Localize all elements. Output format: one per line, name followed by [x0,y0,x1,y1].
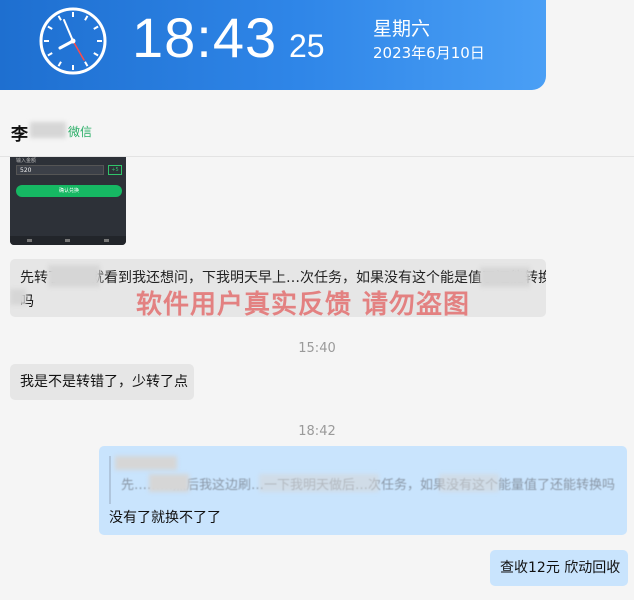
thumbnail-label: 输入金额 [16,158,37,164]
nav-recent-icon [104,239,110,242]
clock-time: 18:43 [132,6,278,69]
redacted-text-block [480,267,530,287]
redacted-name-block [30,122,66,138]
clock-weekday: 星期六 [373,18,431,40]
outgoing-message-bubble[interactable]: 先………然后我这边刷…一下我明天做后…次任务，如果没有这个能量值了还能转换吗 没… [99,446,627,535]
clock-date: 2023年6月10日 [373,44,485,62]
clock-header: 18:43 25 星期六 2023年6月10日 [0,0,546,90]
reply-message-text: 没有了就换不了了 [109,510,221,526]
contact-source-label: 微信 [68,125,93,139]
redacted-text-block [48,265,100,287]
redacted-text-block [149,474,189,492]
contact-name[interactable]: 李 [11,120,28,145]
clock-seconds: 25 [289,28,325,64]
thumbnail-button: 确认兑换 [16,185,122,197]
analog-clock-icon [39,7,107,75]
image-message-thumbnail[interactable]: 输入金额 520 +5 确认兑换 [10,157,126,245]
chat-header: 李 微信 [0,100,634,157]
thumbnail-tag: +5 [108,165,122,175]
redacted-text-block [10,289,26,305]
nav-home-icon [65,239,71,242]
quote-bar [109,456,111,504]
thumbnail-nav-bar [10,236,126,245]
redacted-text-block [259,474,379,492]
incoming-message-bubble[interactable]: 我是不是转错了，少转了点 [10,364,194,400]
outgoing-message-bubble[interactable]: 查收12元 欣动回收 [490,550,628,586]
thumbnail-input: 520 [16,165,104,175]
chat-timestamp: 15:40 [298,341,336,356]
watermark-text: 软件用户真实反馈 请勿盗图 [136,290,471,320]
redacted-text-block [439,474,499,492]
nav-back-icon [26,239,32,242]
chat-timestamp: 18:42 [298,424,336,439]
redacted-quote-header [115,456,177,470]
